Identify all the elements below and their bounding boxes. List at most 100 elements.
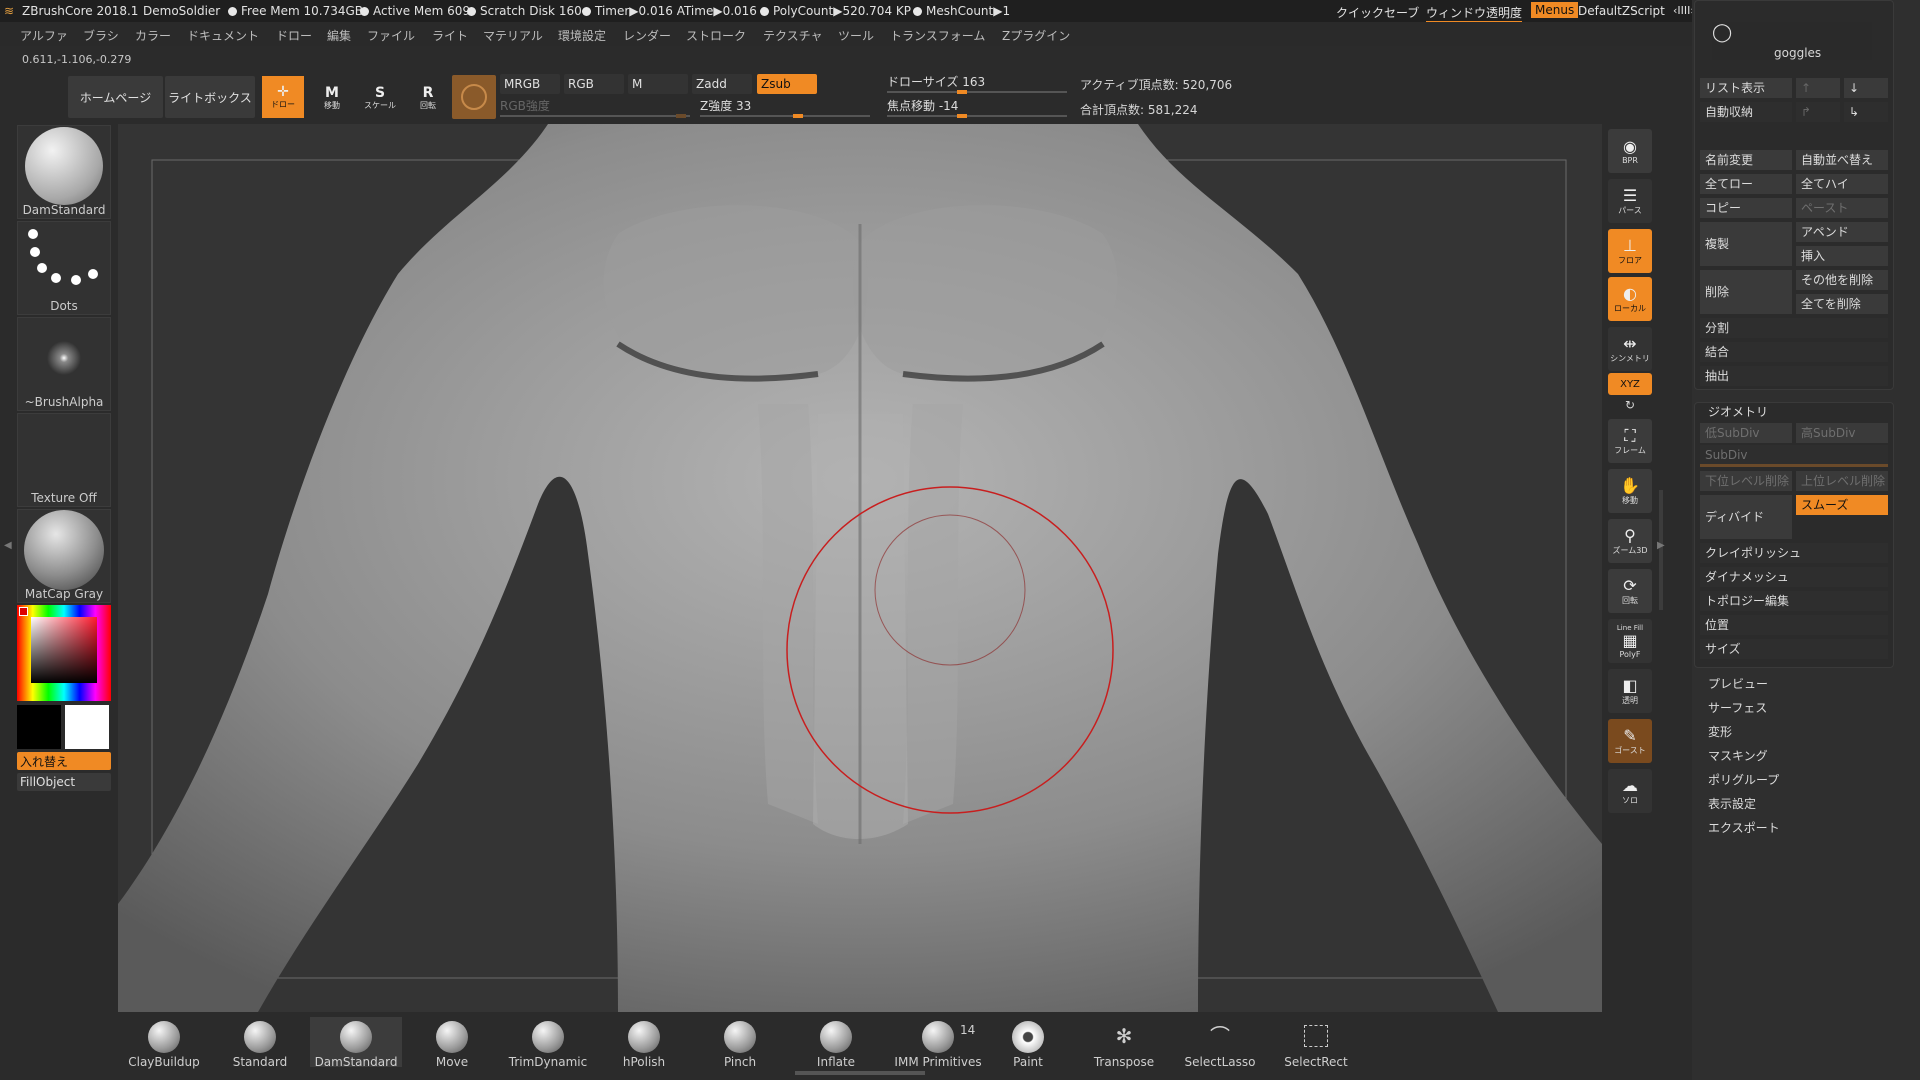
focal-shift-slider[interactable]: 焦点移動 -14	[887, 97, 1067, 118]
auto-collapse-button[interactable]: 自動収納	[1700, 102, 1792, 122]
rgb-button[interactable]: RGB	[564, 74, 624, 94]
fill-object-button[interactable]: FillObject	[17, 773, 111, 791]
script-name[interactable]: DefaultZScript	[1578, 4, 1665, 18]
section-deformation[interactable]: 変形	[1708, 723, 1732, 740]
brush-transpose[interactable]: ✻ Transpose	[1084, 1017, 1164, 1069]
merge-button[interactable]: 結合	[1700, 342, 1888, 362]
brush-imm-primitives[interactable]: IMM Primitives 14	[888, 1017, 988, 1069]
section-surface[interactable]: サーフェス	[1708, 699, 1767, 716]
arrow-down-right-icon[interactable]: ↳	[1844, 102, 1888, 122]
menu-zplugin[interactable]: Zプラグイン	[1002, 27, 1070, 44]
section-display[interactable]: 表示設定	[1708, 795, 1756, 812]
menu-texture[interactable]: テクスチャ	[763, 27, 823, 44]
paste-button[interactable]: ペースト	[1796, 198, 1888, 218]
brush-claybuildup[interactable]: ClayBuildup	[124, 1017, 204, 1069]
move-down-icon[interactable]: ↓	[1844, 78, 1888, 98]
right-collapse-icon[interactable]: ▶	[1657, 540, 1665, 551]
sculpt-model[interactable]	[118, 124, 1602, 1012]
floor-button[interactable]: ⊥ フロア	[1608, 229, 1652, 273]
menu-file[interactable]: ファイル	[367, 27, 415, 44]
all-high-button[interactable]: 全てハイ	[1796, 174, 1888, 194]
rgb-intensity-slider[interactable]: RGB強度	[500, 97, 690, 118]
ghost-button[interactable]: ✎ ゴースト	[1608, 719, 1652, 763]
section-export[interactable]: エクスポート	[1708, 819, 1780, 836]
stroke-selector[interactable]: Dots	[17, 221, 111, 315]
move-mode-button[interactable]: M 移動	[312, 78, 352, 118]
quicksave-button[interactable]: クイックセーブ	[1336, 4, 1419, 21]
solo-button[interactable]: ☁ ソロ	[1608, 769, 1652, 813]
menu-brush[interactable]: ブラシ	[83, 27, 119, 44]
menu-document[interactable]: ドキュメント	[187, 27, 259, 44]
divide-button[interactable]: ディバイド	[1700, 495, 1792, 539]
geometry-header[interactable]: ジオメトリ	[1708, 403, 1768, 420]
lightbox-button[interactable]: ライトボックス	[165, 76, 255, 118]
main-color-swatch[interactable]	[65, 705, 109, 749]
rotate-view-button[interactable]: ⟳ 回転	[1608, 569, 1652, 613]
menu-render[interactable]: レンダー	[623, 27, 671, 44]
xyz-button[interactable]: XYZ	[1608, 373, 1652, 395]
topology-section[interactable]: トポロジー編集	[1700, 591, 1888, 611]
homepage-button[interactable]: ホームページ	[68, 76, 163, 118]
menu-stroke[interactable]: ストローク	[686, 27, 746, 44]
all-low-button[interactable]: 全てロー	[1700, 174, 1792, 194]
secondary-color-swatch[interactable]	[17, 705, 61, 749]
delete-all-button[interactable]: 全てを削除	[1796, 294, 1888, 314]
alpha-selector[interactable]: ~BrushAlpha	[17, 317, 111, 411]
menu-draw[interactable]: ドロー	[276, 27, 312, 44]
bottom-scroll-handle[interactable]	[795, 1071, 925, 1075]
section-masking[interactable]: マスキング	[1708, 747, 1768, 764]
brush-selector[interactable]: DamStandard	[17, 125, 111, 219]
arrow-up-right-icon[interactable]: ↱	[1796, 102, 1840, 122]
frame-button[interactable]: ⛶ フレーム	[1608, 419, 1652, 463]
dynamesh-section[interactable]: ダイナメッシュ	[1700, 567, 1888, 587]
menu-preferences[interactable]: 環境設定	[558, 27, 606, 44]
menu-alpha[interactable]: アルファ	[20, 27, 68, 44]
delete-other-button[interactable]: その他を削除	[1796, 270, 1888, 290]
menu-tool[interactable]: ツール	[838, 27, 874, 44]
split-button[interactable]: 分割	[1700, 318, 1888, 338]
brush-trimdynamic[interactable]: TrimDynamic	[508, 1017, 588, 1069]
subtool-item[interactable]: ◯ goggles	[1712, 22, 1872, 60]
menu-transform[interactable]: トランスフォーム	[890, 27, 985, 44]
subdiv-slider[interactable]: SubDiv	[1700, 445, 1888, 465]
brush-inflate[interactable]: Inflate	[796, 1017, 876, 1069]
canvas-viewport[interactable]	[118, 124, 1602, 1012]
menus-toggle[interactable]: Menus	[1531, 2, 1579, 18]
delete-button[interactable]: 削除	[1700, 270, 1792, 314]
list-view-button[interactable]: リスト表示	[1700, 78, 1792, 98]
position-section[interactable]: 位置	[1700, 615, 1888, 635]
color-picker[interactable]	[17, 605, 111, 701]
duplicate-button[interactable]: 複製	[1700, 222, 1792, 266]
lower-subdiv-button[interactable]: 低SubDiv	[1700, 423, 1792, 443]
material-selector[interactable]: MatCap Gray	[17, 509, 111, 603]
local-button[interactable]: ◐ ローカル	[1608, 277, 1652, 321]
brush-selectlasso[interactable]: ⌒ SelectLasso	[1180, 1017, 1260, 1069]
perspective-button[interactable]: ☰ パース	[1608, 179, 1652, 223]
brush-damstandard[interactable]: DamStandard	[310, 1017, 402, 1069]
extract-button[interactable]: 抽出	[1700, 366, 1888, 386]
z-intensity-slider[interactable]: Z強度 33	[700, 97, 870, 118]
window-transparency-button[interactable]: ウィンドウ透明度	[1426, 4, 1523, 23]
copy-button[interactable]: コピー	[1700, 198, 1792, 218]
draw-mode-button[interactable]: ✛ ドロー	[262, 76, 304, 118]
mrgb-button[interactable]: MRGB	[500, 74, 560, 94]
claypolish-section[interactable]: クレイポリッシュ	[1700, 543, 1888, 563]
append-button[interactable]: アペンド	[1796, 222, 1888, 242]
polyframe-button[interactable]: Line Fill ▦ PolyF	[1608, 619, 1652, 663]
brush-hpolish[interactable]: hPolish	[604, 1017, 684, 1069]
scale-mode-button[interactable]: S スケール	[360, 78, 400, 118]
move-up-icon[interactable]: ↑	[1796, 78, 1840, 98]
brush-standard[interactable]: Standard	[220, 1017, 300, 1069]
brush-move[interactable]: Move	[412, 1017, 492, 1069]
move-view-button[interactable]: ✋ 移動	[1608, 469, 1652, 513]
zadd-button[interactable]: Zadd	[692, 74, 752, 94]
zsub-button[interactable]: Zsub	[757, 74, 817, 94]
auto-reorder-button[interactable]: 自動並べ替え	[1796, 150, 1888, 170]
swap-colors-button[interactable]: 入れ替え	[17, 752, 111, 770]
section-polygroups[interactable]: ポリグループ	[1708, 771, 1779, 788]
delete-lower-button[interactable]: 下位レベル削除	[1700, 471, 1792, 491]
rotate-axis-icon[interactable]: ↻	[1625, 398, 1635, 412]
insert-button[interactable]: 挿入	[1796, 246, 1888, 266]
brush-selectrect[interactable]: SelectRect	[1276, 1017, 1356, 1069]
delete-higher-button[interactable]: 上位レベル削除	[1796, 471, 1888, 491]
